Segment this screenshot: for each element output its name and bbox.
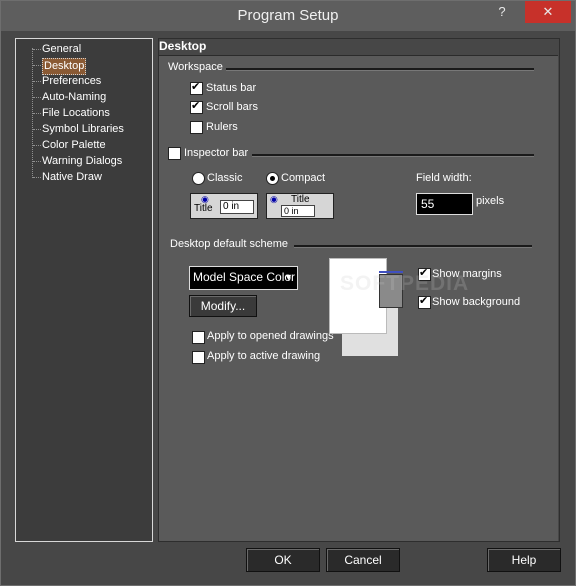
inspector-bar-checkbox[interactable] — [168, 147, 181, 160]
status-bar-checkbox[interactable] — [190, 80, 203, 95]
tree-item-warning-dialogs[interactable]: Warning Dialogs — [42, 154, 122, 169]
field-width-input[interactable]: 55 — [416, 193, 473, 215]
tree-connector — [33, 49, 41, 50]
scheme-group-label: Desktop default scheme — [170, 238, 289, 250]
tree-item-file-locations[interactable]: File Locations — [42, 106, 110, 121]
tree-connector — [33, 177, 41, 178]
apply-active-checkbox[interactable] — [192, 351, 205, 364]
tree-connector — [33, 97, 41, 98]
watermark: SOFTPEDIA — [340, 272, 470, 295]
help-button[interactable]: Help — [487, 548, 561, 572]
tree-connector — [33, 65, 41, 66]
apply-opened-label: Apply to opened drawings — [207, 330, 334, 342]
chevron-down-icon: ▼ — [284, 272, 293, 282]
sample-value: 0 in — [220, 200, 254, 214]
compact-sample[interactable]: ◉ Title 0 in — [266, 193, 334, 219]
lock-icon: ◉ — [270, 194, 278, 204]
sample-title: Title — [291, 194, 310, 205]
tree-item-desktop[interactable]: Desktop — [42, 58, 87, 75]
tree-connector — [33, 161, 41, 162]
scroll-bars-label: Scroll bars — [206, 101, 258, 113]
scheme-select-value: Model Space Color — [193, 270, 296, 284]
tree-item-color-palette[interactable]: Color Palette — [42, 138, 106, 153]
show-background-checkbox[interactable] — [418, 294, 431, 309]
close-button[interactable]: ✕ — [525, 1, 571, 23]
workspace-group-label: Workspace — [168, 61, 223, 73]
classic-label: Classic — [207, 172, 243, 184]
lock-icon: ◉ — [201, 194, 209, 204]
tree-connector — [33, 129, 41, 130]
rulers-checkbox[interactable] — [190, 121, 203, 134]
classic-radio[interactable] — [192, 172, 205, 185]
field-width-label: Field width: — [416, 172, 472, 184]
tree-item-native-draw[interactable]: Native Draw — [42, 170, 102, 185]
modify-button[interactable]: Modify... — [189, 295, 257, 317]
help-title-button[interactable]: ? — [487, 1, 517, 23]
compact-radio[interactable] — [266, 172, 279, 185]
workspace-divider — [226, 68, 534, 71]
cancel-button[interactable]: Cancel — [326, 548, 400, 572]
tree-connector — [33, 145, 41, 146]
scheme-select[interactable]: Model Space Color ▼ — [189, 266, 298, 290]
panel-title: Desktop — [159, 39, 207, 53]
classic-sample[interactable]: Title ◉ 0 in — [190, 193, 258, 219]
scheme-divider — [294, 245, 532, 248]
show-background-label: Show background — [432, 296, 521, 308]
title-bar[interactable]: Program Setup ? ✕ — [1, 1, 575, 31]
inspector-divider — [252, 154, 534, 157]
apply-active-label: Apply to active drawing — [207, 350, 321, 362]
tree-connector — [33, 113, 41, 114]
tree-item-auto-naming[interactable]: Auto-Naming — [42, 90, 106, 105]
inspector-bar-label: Inspector bar — [184, 147, 249, 159]
sample-value: 0 in — [281, 205, 315, 217]
apply-opened-checkbox[interactable] — [192, 331, 205, 344]
ok-button[interactable]: OK — [246, 548, 320, 572]
rulers-label: Rulers — [206, 121, 238, 133]
scroll-bars-checkbox[interactable] — [190, 99, 203, 114]
status-bar-label: Status bar — [206, 82, 257, 94]
pixels-label: pixels — [476, 195, 505, 207]
tree-item-general[interactable]: General — [42, 42, 81, 57]
tree-connector — [33, 81, 41, 82]
tree-item-preferences[interactable]: Preferences — [42, 74, 101, 89]
tree-item-symbol-libraries[interactable]: Symbol Libraries — [42, 122, 124, 137]
compact-label: Compact — [281, 172, 326, 184]
